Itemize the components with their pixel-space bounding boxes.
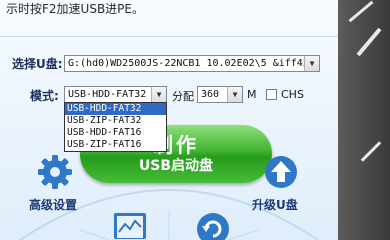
- wallpaper-stripe: [360, 141, 382, 162]
- divider: [0, 36, 338, 37]
- disk-select-value: G:(hd0)WD2500JS-22NCB1 10.02E02\5 &iff43…: [68, 58, 315, 69]
- mode-option[interactable]: USB-HDD-FAT32: [65, 103, 166, 115]
- arrow-up-icon[interactable]: [264, 155, 298, 189]
- mode-select[interactable]: USB-HDD-FAT32 ▼: [64, 86, 167, 103]
- disk-label: 选择U盘:: [12, 57, 63, 71]
- mode-option[interactable]: USB-ZIP-FAT16: [65, 139, 166, 151]
- advanced-settings-label[interactable]: 高级设置: [29, 196, 77, 213]
- monitor-chart-icon[interactable]: [113, 212, 147, 240]
- refresh-icon[interactable]: [196, 212, 230, 240]
- wallpaper-stripe: [356, 27, 382, 57]
- wallpaper-stripe: [348, 0, 374, 23]
- upgrade-usb-label[interactable]: 升级U盘: [252, 196, 298, 213]
- hint-text: 示时按F2加速USB进PE。: [6, 2, 144, 16]
- make-button-line2: USB启动盘: [138, 158, 214, 174]
- chevron-down-icon[interactable]: ▼: [227, 87, 242, 102]
- background-wallpaper: [338, 0, 390, 240]
- chevron-down-icon[interactable]: ▼: [304, 56, 319, 71]
- partition-size-select[interactable]: 360 ▼: [197, 86, 243, 103]
- partition-size-value: 360: [201, 89, 220, 100]
- app-window: 示时按F2加速USB进PE。 选择U盘: G:(hd0)WD2500JS-22N…: [0, 0, 338, 240]
- mode-label: 模式:: [30, 89, 59, 103]
- mode-option[interactable]: USB-ZIP-FAT32: [65, 115, 166, 127]
- mode-dropdown-list[interactable]: USB-HDD-FAT32 USB-ZIP-FAT32 USB-HDD-FAT1…: [64, 102, 167, 152]
- disk-select[interactable]: G:(hd0)WD2500JS-22NCB1 10.02E02\5 &iff43…: [64, 55, 320, 72]
- chevron-down-icon[interactable]: ▼: [151, 87, 166, 102]
- partition-label: 分配: [172, 90, 194, 103]
- partition-unit: M: [247, 88, 257, 101]
- chs-checkbox[interactable]: [266, 89, 277, 100]
- chs-label: CHS: [281, 88, 304, 101]
- gear-icon[interactable]: [37, 154, 73, 190]
- mode-select-value: USB-HDD-FAT32: [68, 89, 147, 100]
- mode-option[interactable]: USB-HDD-FAT16: [65, 127, 166, 139]
